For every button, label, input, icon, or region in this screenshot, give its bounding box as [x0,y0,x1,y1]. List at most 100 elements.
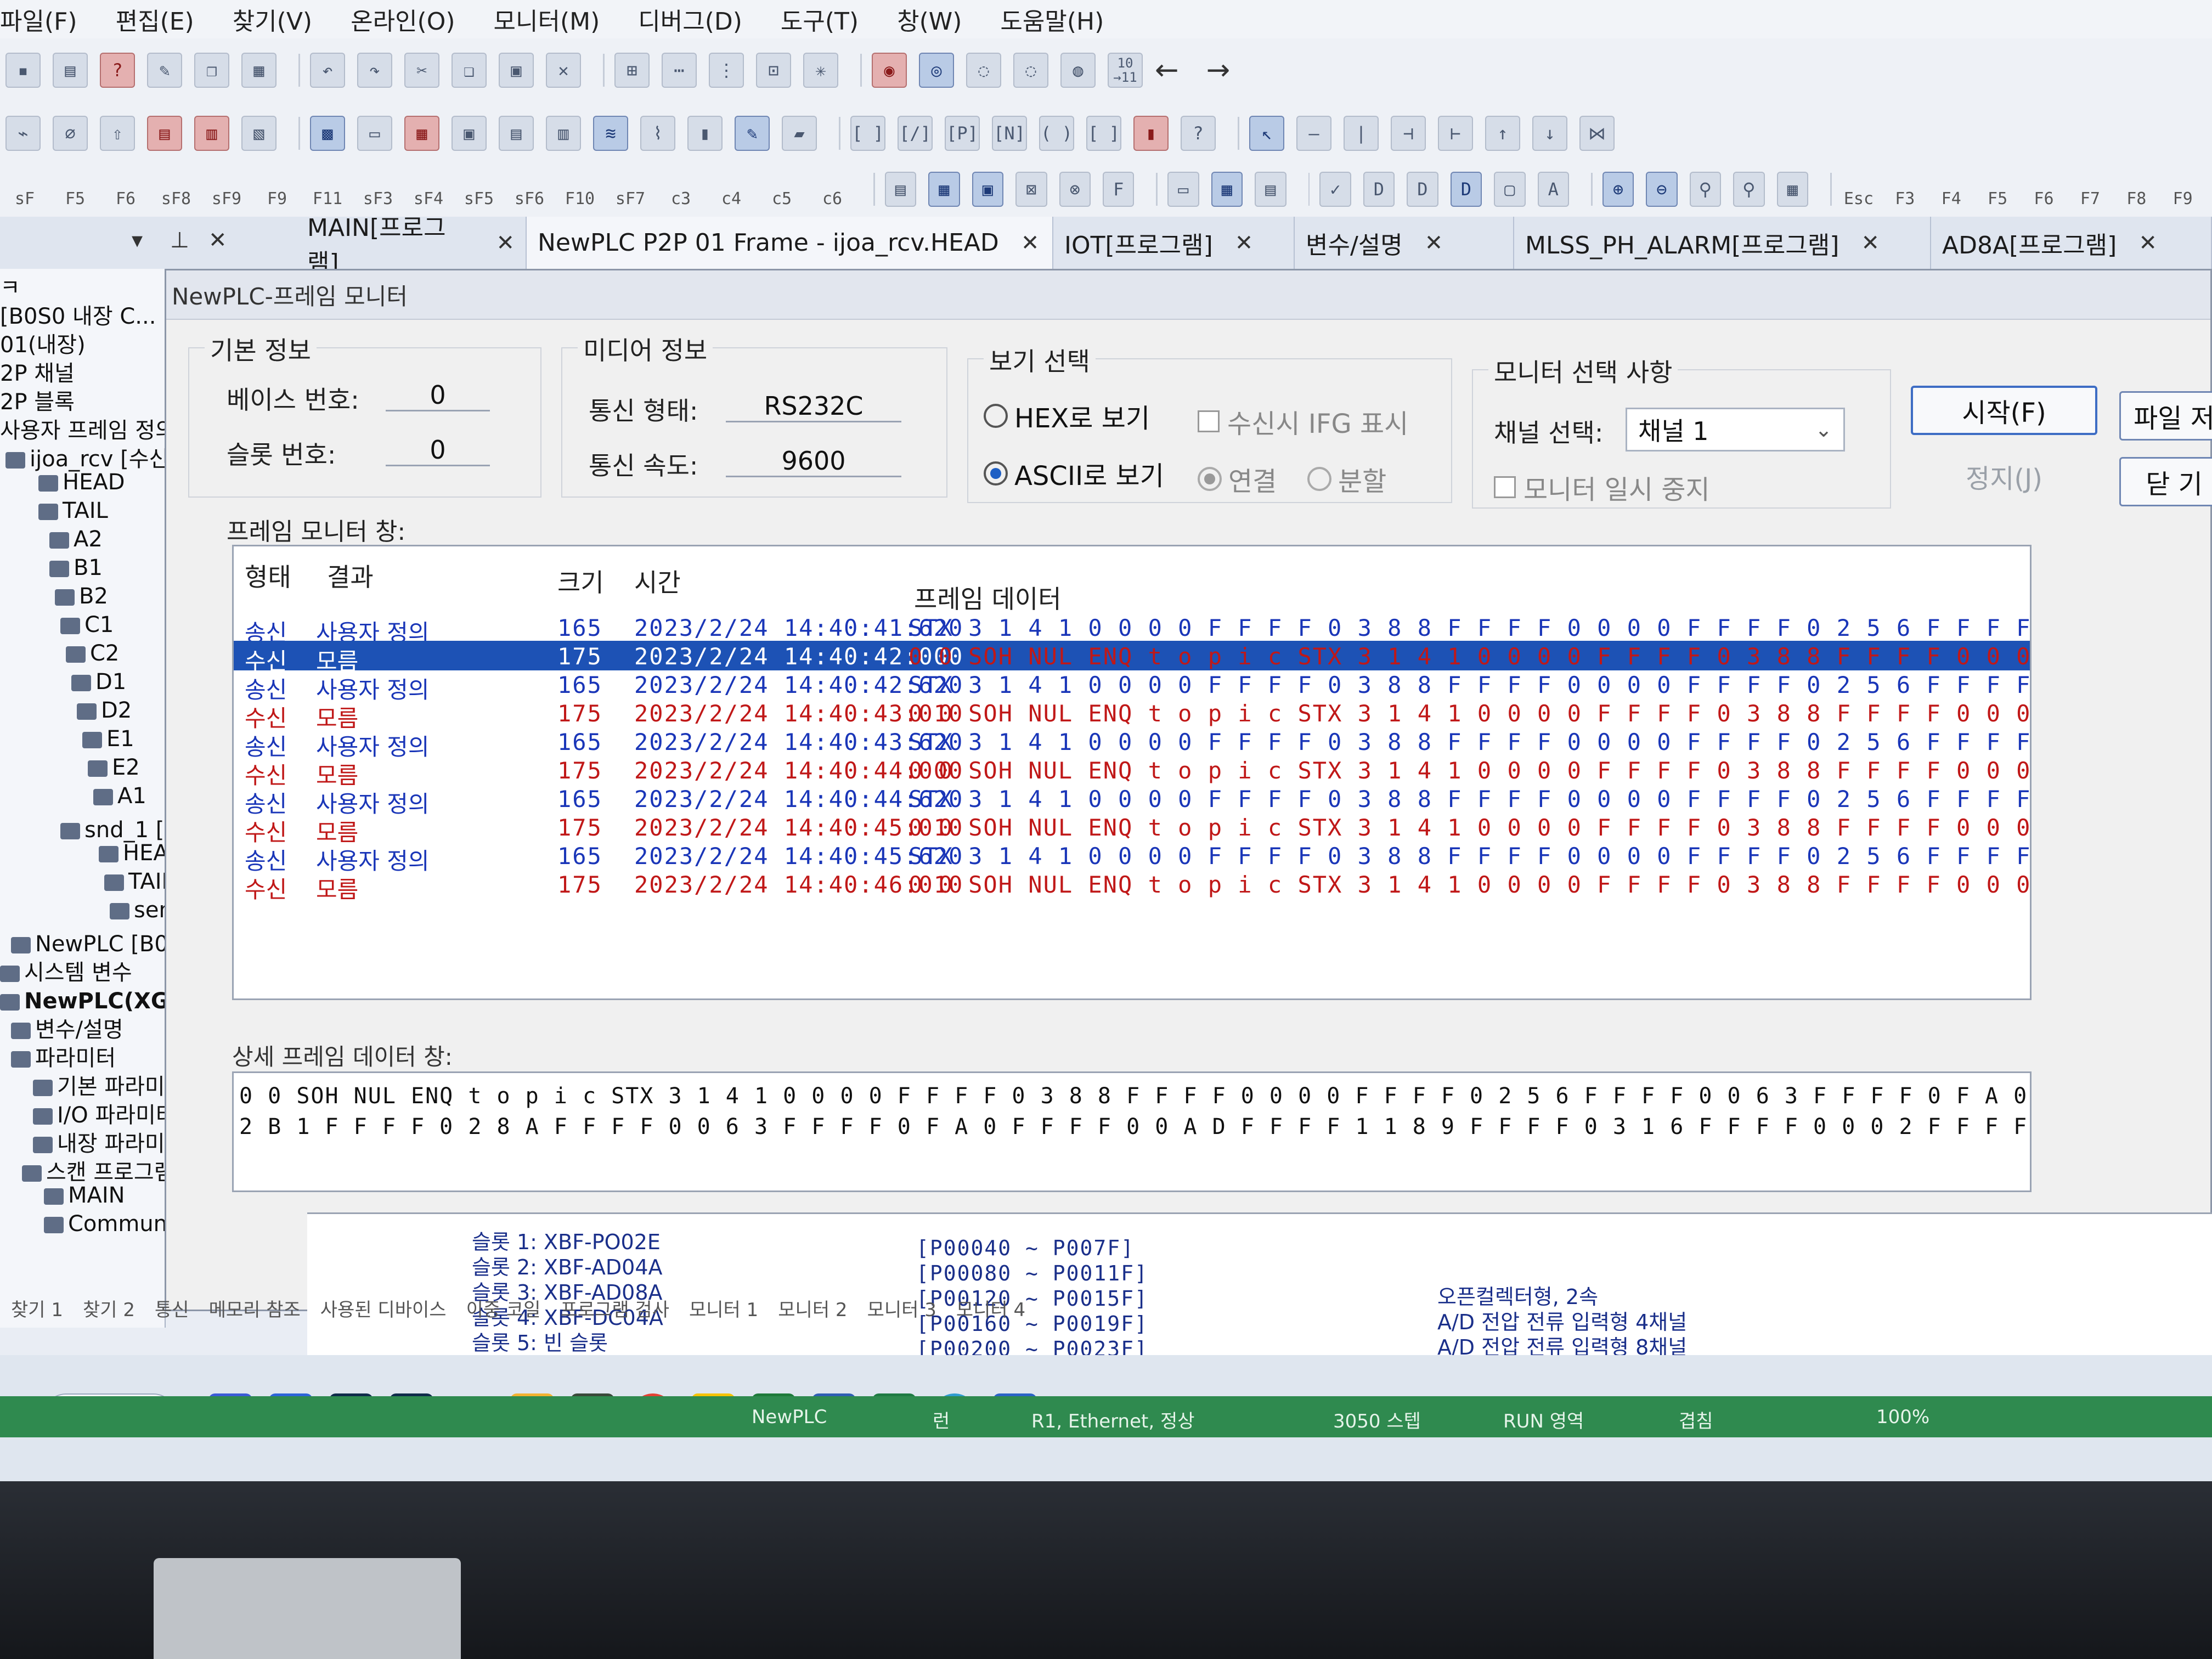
frame-row[interactable]: 수신 모름 175 2023/2/24 14:40:44:000 0 0 SOH NUL… [234,755,2030,789]
comment-icon[interactable]: ✎ [147,52,182,88]
table-icon[interactable]: ▤ [884,172,917,207]
frame-row[interactable]: 송신 사용자 정의 165 2023/2/24 14:40:42:620 STX 3 1… [234,669,2030,703]
bottom-tab[interactable]: 이중 코일 [466,1299,541,1321]
bottom-tab[interactable]: 찾기 1 [11,1299,63,1321]
tree-node[interactable]: E2 [88,755,140,780]
find-device2-icon[interactable]: ◌ [1013,52,1048,88]
pane-close-icon[interactable]: ✕ [208,228,227,253]
trend-icon[interactable]: ▥ [546,115,581,151]
channel-select[interactable]: 채널 1 ⌄ [1626,408,1845,452]
fkey-tool-button[interactable]: sF6 [510,170,549,208]
frame-row[interactable]: 수신 모름 175 2023/2/24 14:40:45:010 0 0 SOH NUL… [234,812,2030,846]
tab-ad8a[interactable]: AD8A[프로그램] ✕ [1931,217,2212,269]
menu-item[interactable]: 온라인(O) [351,2,455,37]
chart-icon[interactable]: ≋ [593,115,628,151]
menu-item[interactable]: 찾기(V) [233,2,312,37]
link-icon[interactable]: ⋯ [662,52,697,88]
frame-row[interactable]: 송신 사용자 정의 165 2023/2/24 14:40:43:620 STX 3 1… [234,726,2030,760]
menu-item[interactable]: 창(W) [897,2,962,37]
contact-nc-icon[interactable]: [/] [898,115,933,151]
fkey-tool-button[interactable]: F6 [106,170,145,208]
bottom-tab[interactable]: 모니터 4 [956,1299,1025,1321]
fkey-tool-button[interactable]: Esc [1842,170,1876,208]
zoom-box-icon[interactable]: ⊠ [1015,172,1047,207]
io-icon[interactable]: ▮ [687,115,723,151]
fkey-tool-button[interactable]: F11 [308,170,347,208]
tree-node[interactable]: Communication [44,1211,165,1237]
tree-node[interactable]: NewPLC [B0S1 내장 F... [11,926,165,958]
zoom-out-icon[interactable]: ⊖ [1646,172,1678,207]
fkey-tool-button[interactable]: sF9 [207,170,246,208]
start-button[interactable]: 시작(F) [1911,386,2097,435]
read-icon[interactable]: ▥ [194,115,229,151]
frame-row[interactable]: 송신 사용자 정의 165 2023/2/24 14:40:45:620 STX 3 1… [234,840,2030,874]
find-device-icon[interactable]: ◌ [966,52,1001,88]
tree-node[interactable]: TAIL [104,869,165,894]
undo-icon[interactable]: ↶ [310,52,345,88]
fkey-tool-button[interactable]: F7 [2073,170,2107,208]
network-icon[interactable]: ⊞ [614,52,650,88]
find-next-icon[interactable]: ◍ [1060,52,1096,88]
d2-icon[interactable]: D [1407,172,1438,207]
split-radio[interactable]: 분할 [1307,460,1386,498]
upload-icon[interactable]: ⇧ [100,115,135,151]
tree-node[interactable]: I/O 파라미터 [33,1097,165,1129]
bottom-tab[interactable]: 메모리 참조 [209,1299,301,1321]
tree-node[interactable]: MAIN [44,1183,125,1208]
open-icon[interactable]: ▤ [53,52,88,88]
sheet-icon[interactable]: ▦ [1211,172,1243,207]
tree-node[interactable]: send_11 [110,898,165,923]
frame-row[interactable]: 수신 모름 175 2023/2/24 14:40:46:010 0 0 SOH NUL… [234,869,2030,903]
menu-item[interactable]: 파일(F) [0,2,77,37]
tree-node[interactable]: 2P 채널 [0,356,75,387]
tree-node[interactable]: D2 [77,698,132,723]
connect-icon[interactable]: ⌁ [5,115,41,151]
bottom-tab[interactable]: 찾기 2 [83,1299,135,1321]
tree-node[interactable]: B2 [55,584,108,609]
tab-variables[interactable]: 변수/설명 ✕ [1295,217,1514,269]
horizontal-line-icon[interactable]: ― [1296,115,1331,151]
tree-node[interactable]: HEAD [38,470,125,495]
tab-main[interactable]: MAIN[프로그램] ✕ [296,214,527,277]
fkey-tool-button[interactable]: F4 [1934,170,1968,208]
fkey-tool-button[interactable]: F6 [2027,170,2061,208]
cross-icon[interactable]: ✳ [803,52,838,88]
select-icon[interactable]: ↖ [1249,115,1284,151]
tree-node[interactable]: 2P 블록 [0,384,75,416]
tree-node[interactable]: HEAD [99,840,165,866]
fkey-tool-button[interactable]: c4 [712,170,751,208]
d3-icon[interactable]: D [1450,172,1482,207]
close-button[interactable]: 닫 기 [2119,457,2212,506]
delete-icon[interactable]: ✕ [546,52,581,88]
fkey-tool-button[interactable]: sF8 [157,170,195,208]
binoculars-icon[interactable]: ◉ [872,52,907,88]
fkey-tool-button[interactable]: sF5 [460,170,498,208]
fkey-tool-button[interactable]: sF3 [359,170,397,208]
fkey-tool-button[interactable]: c6 [813,170,851,208]
tree-node[interactable]: 시스템 변수 [0,955,132,986]
zoom-out-box-icon[interactable]: ⊗ [1059,172,1091,207]
stop-button[interactable]: 정지(J) [1911,452,2097,501]
forward-arrow-icon[interactable]: → [1206,54,1231,87]
tree-node[interactable]: [B0S0 내장 C... [0,298,156,330]
tree-node[interactable]: ijoa_rcv [수신] [5,441,165,473]
find-icon[interactable]: ◎ [919,52,954,88]
menu-item[interactable]: 디버그(D) [638,2,742,37]
fkey-tool-button[interactable]: c3 [662,170,700,208]
new-icon[interactable]: ▪ [5,52,41,88]
grid-icon[interactable]: ▦ [241,52,276,88]
d-icon[interactable]: D [1363,172,1395,207]
fkey-tool-button[interactable]: F3 [1888,170,1922,208]
pin2-icon[interactable]: ⚲ [1733,172,1765,207]
tree-icon[interactable]: ⋮ [709,52,744,88]
ladder-icon[interactable]: ⋈ [1579,115,1615,151]
save-icon[interactable]: ▰ [782,115,817,151]
clipboard-icon[interactable]: ▣ [499,52,534,88]
detail-frame-textbox[interactable]: 0 0 SOH NUL ENQ t o p i c STX 3 1 4 1 0 … [232,1071,2032,1192]
zoom-in-icon[interactable]: ⊕ [1602,172,1634,207]
tree-node[interactable]: 스캔 프로그램 [22,1154,165,1186]
contact-n-icon[interactable]: [N] [992,115,1027,151]
pause-monitor-checkbox[interactable]: 모니터 일시 중지 [1494,468,1710,506]
tree-node[interactable]: A1 [93,783,146,809]
monitor-start-icon[interactable]: ▩ [310,115,345,151]
